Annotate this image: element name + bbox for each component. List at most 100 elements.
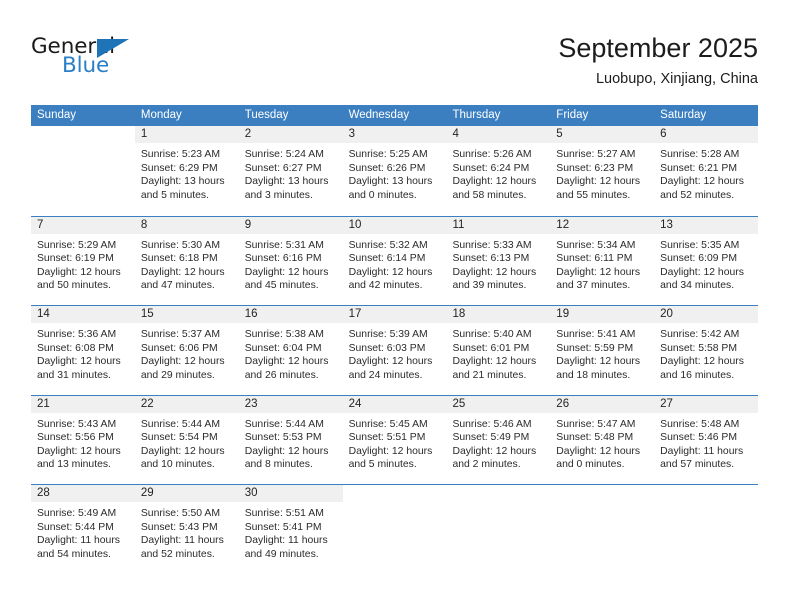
day-detail-line: and 26 minutes. <box>244 369 319 381</box>
page-title: September 2025 <box>558 33 758 63</box>
day-cell[interactable]: 22 Sunrise: 5:44 AM Sunset: 5:54 PM Dayligh… <box>134 395 239 485</box>
day-detail-line: and 16 minutes. <box>660 369 735 381</box>
week-row: 21 Sunrise: 5:43 AM Sunset: 5:56 PM Dayligh… <box>31 394 759 485</box>
day-cell-empty <box>31 126 135 216</box>
day-cell[interactable]: 19 Sunrise: 5:41 AM Sunset: 5:59 PM Dayligh… <box>550 306 655 395</box>
day-details: Sunrise: 5:44 AM Sunset: 5:54 PM Daylight:… <box>135 413 239 472</box>
day-detail-line: Sunrise: 5:42 AM <box>660 329 740 340</box>
day-detail-line: and 45 minutes. <box>244 280 319 292</box>
day-cell[interactable]: 24 Sunrise: 5:45 AM Sunset: 5:51 PM Dayligh… <box>342 395 447 485</box>
day-cell[interactable]: 2 Sunrise: 5:24 AM Sunset: 6:27 PM Daylight… <box>238 126 343 216</box>
day-detail-line: Sunset: 5:48 PM <box>556 432 634 444</box>
day-details: Sunrise: 5:44 AM Sunset: 5:53 PM Daylight:… <box>239 413 343 472</box>
day-detail-line: and 50 minutes. <box>37 280 111 292</box>
day-cell[interactable]: 18 Sunrise: 5:40 AM Sunset: 6:01 PM Dayligh… <box>446 306 551 395</box>
day-detail-line: and 58 minutes. <box>452 189 527 201</box>
day-detail-line: Sunset: 5:49 PM <box>452 432 530 444</box>
day-details: Sunrise: 5:39 AM Sunset: 6:03 PM Daylight:… <box>343 323 447 382</box>
day-cell[interactable]: 27 Sunrise: 5:48 AM Sunset: 5:46 PM Dayligh… <box>654 395 759 485</box>
day-cell[interactable]: 4 Sunrise: 5:26 AM Sunset: 6:24 PM Daylight… <box>446 126 551 216</box>
day-detail-line: Sunrise: 5:33 AM <box>452 239 532 251</box>
day-detail-line: Sunset: 5:46 PM <box>660 432 737 444</box>
weekday-header-thursday: Thursday <box>452 109 501 121</box>
day-number: 13 <box>654 216 759 234</box>
day-detail-line: Sunrise: 5:47 AM <box>556 418 636 430</box>
weekday-header-saturday: Saturday <box>660 109 707 121</box>
day-number: 26 <box>550 395 655 413</box>
day-detail-line: and 52 minutes. <box>660 189 735 201</box>
day-number: 28 <box>31 485 135 502</box>
day-details: Sunrise: 5:49 AM Sunset: 5:44 PM Daylight:… <box>31 502 135 561</box>
day-detail-line: Sunset: 6:21 PM <box>660 162 737 174</box>
day-details: Sunrise: 5:32 AM Sunset: 6:14 PM Daylight:… <box>343 234 447 293</box>
weekday-header-friday: Friday <box>556 109 589 121</box>
day-cell[interactable]: 13 Sunrise: 5:35 AM Sunset: 6:09 PM Dayligh… <box>654 216 759 306</box>
day-cell[interactable]: 3 Sunrise: 5:25 AM Sunset: 6:26 PM Daylight… <box>342 126 447 216</box>
day-cell-empty <box>446 485 550 574</box>
day-cell[interactable]: 16 Sunrise: 5:38 AM Sunset: 6:04 PM Dayligh… <box>238 306 343 395</box>
day-details <box>31 143 135 148</box>
day-detail-line: and 49 minutes. <box>244 548 319 560</box>
day-cell[interactable]: 28 Sunrise: 5:49 AM Sunset: 5:44 PM Dayligh… <box>31 485 135 574</box>
day-detail-line: Daylight: 12 hours <box>244 266 329 278</box>
day-cell[interactable]: 15 Sunrise: 5:37 AM Sunset: 6:06 PM Dayligh… <box>134 306 239 395</box>
day-cell[interactable]: 20 Sunrise: 5:42 AM Sunset: 5:58 PM Dayligh… <box>654 306 759 395</box>
day-detail-line: Sunrise: 5:51 AM <box>244 508 324 519</box>
day-cell[interactable]: 17 Sunrise: 5:39 AM Sunset: 6:03 PM Dayligh… <box>342 306 447 395</box>
day-number: 9 <box>238 216 343 234</box>
day-detail-line: Sunset: 5:59 PM <box>556 342 634 354</box>
day-detail-line: and 52 minutes. <box>140 548 215 560</box>
day-cell[interactable]: 10 Sunrise: 5:32 AM Sunset: 6:14 PM Dayligh… <box>342 216 447 306</box>
day-cell[interactable]: 25 Sunrise: 5:46 AM Sunset: 5:49 PM Dayligh… <box>446 395 551 485</box>
weekday-header-sunday: Sunday <box>37 109 77 121</box>
weekday-header-tuesday: Tuesday <box>244 109 289 121</box>
day-cell[interactable]: 21 Sunrise: 5:43 AM Sunset: 5:56 PM Dayligh… <box>31 395 135 485</box>
day-number <box>654 485 758 502</box>
logo-text-blue: Blue <box>62 53 110 78</box>
day-cell-empty <box>654 485 758 574</box>
day-details: Sunrise: 5:25 AM Sunset: 6:26 PM Daylight:… <box>343 143 447 202</box>
day-number: 21 <box>31 395 135 413</box>
day-number: 22 <box>134 395 239 413</box>
day-details: Sunrise: 5:50 AM Sunset: 5:43 PM Daylight:… <box>135 502 239 561</box>
day-detail-line: Sunset: 6:03 PM <box>348 342 426 354</box>
day-details: Sunrise: 5:47 AM Sunset: 5:48 PM Daylight:… <box>550 413 654 472</box>
day-cell[interactable]: 29 Sunrise: 5:50 AM Sunset: 5:43 PM Dayligh… <box>134 485 239 574</box>
day-cell[interactable]: 9 Sunrise: 5:31 AM Sunset: 6:16 PM Daylight… <box>238 216 343 306</box>
day-cell[interactable]: 6 Sunrise: 5:28 AM Sunset: 6:21 PM Daylight… <box>654 126 759 216</box>
day-detail-line: and 3 minutes. <box>244 189 313 201</box>
day-detail-line: Daylight: 12 hours <box>660 266 744 278</box>
day-detail-line: and 24 minutes. <box>348 369 423 381</box>
day-details: Sunrise: 5:31 AM Sunset: 6:16 PM Daylight:… <box>239 234 343 293</box>
day-detail-line: Daylight: 12 hours <box>348 266 433 278</box>
day-cell[interactable]: 23 Sunrise: 5:44 AM Sunset: 5:53 PM Dayligh… <box>238 395 343 485</box>
day-detail-line: Daylight: 12 hours <box>140 266 225 278</box>
day-detail-line: Sunrise: 5:40 AM <box>452 329 532 340</box>
day-cell[interactable]: 7 Sunrise: 5:29 AM Sunset: 6:19 PM Daylight… <box>31 216 135 306</box>
day-cell[interactable]: 30 Sunrise: 5:51 AM Sunset: 5:41 PM Dayligh… <box>238 485 343 574</box>
day-detail-line: and 5 minutes. <box>140 189 210 201</box>
day-detail-line: Sunrise: 5:50 AM <box>140 508 220 519</box>
day-detail-line: Sunset: 6:24 PM <box>452 162 530 174</box>
general-blue-logo: General Blue <box>31 36 161 84</box>
day-detail-line: Sunset: 6:26 PM <box>348 162 426 174</box>
day-cell[interactable]: 12 Sunrise: 5:34 AM Sunset: 6:11 PM Dayligh… <box>550 216 655 306</box>
day-details <box>654 502 758 507</box>
calendar-weeks: 1 Sunrise: 5:23 AM Sunset: 6:29 PM Daylight… <box>31 126 759 574</box>
day-detail-line: and 2 minutes. <box>452 459 521 471</box>
day-cell[interactable]: 26 Sunrise: 5:47 AM Sunset: 5:48 PM Dayligh… <box>550 395 655 485</box>
day-cell[interactable]: 5 Sunrise: 5:27 AM Sunset: 6:23 PM Daylight… <box>550 126 655 216</box>
day-details: Sunrise: 5:24 AM Sunset: 6:27 PM Daylight:… <box>239 143 343 202</box>
day-detail-line: Daylight: 12 hours <box>660 176 744 188</box>
day-cell[interactable]: 8 Sunrise: 5:30 AM Sunset: 6:18 PM Daylight… <box>134 216 239 306</box>
day-number: 23 <box>238 395 343 413</box>
day-detail-line: and 31 minutes. <box>37 369 111 381</box>
day-detail-line: and 5 minutes. <box>348 459 417 471</box>
day-details: Sunrise: 5:46 AM Sunset: 5:49 PM Daylight:… <box>446 413 550 472</box>
day-cell[interactable]: 14 Sunrise: 5:36 AM Sunset: 6:08 PM Dayligh… <box>31 306 135 395</box>
day-detail-line: Sunrise: 5:46 AM <box>452 418 532 430</box>
day-cell[interactable]: 1 Sunrise: 5:23 AM Sunset: 6:29 PM Daylight… <box>134 126 239 216</box>
weekday-header-monday: Monday <box>140 109 182 121</box>
day-cell[interactable]: 11 Sunrise: 5:33 AM Sunset: 6:13 PM Dayligh… <box>446 216 551 306</box>
day-detail-line: Daylight: 12 hours <box>452 176 537 188</box>
